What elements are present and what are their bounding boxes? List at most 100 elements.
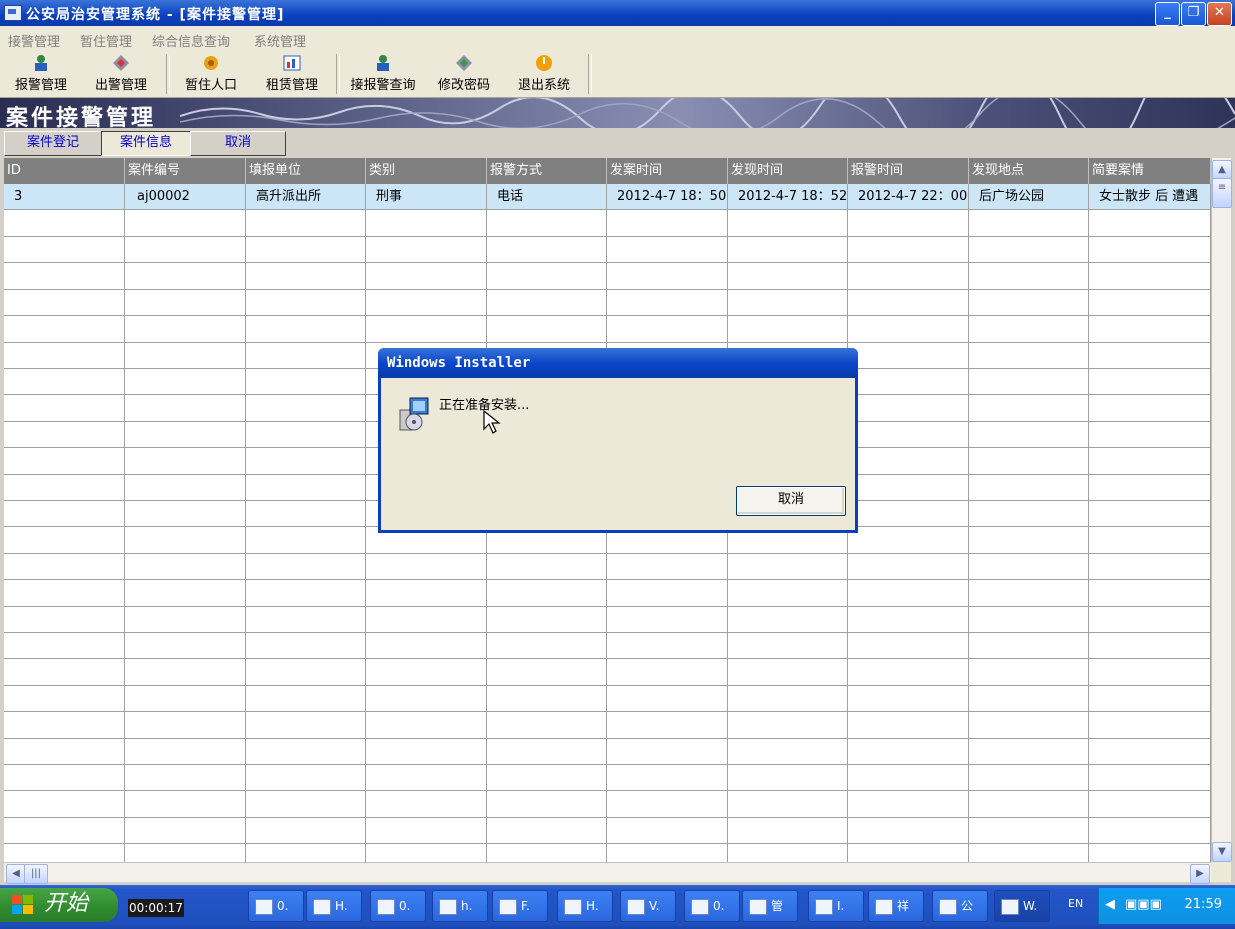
scroll-up-icon[interactable]: ▲ (1212, 160, 1232, 180)
column-header[interactable]: 填报单位 (246, 158, 366, 184)
start-label: 开始 (44, 891, 89, 916)
restore-button[interactable]: ❐ (1181, 2, 1206, 26)
diamond-icon (456, 55, 472, 71)
installer-icon (399, 397, 429, 431)
taskbar-item-label: W. (1023, 899, 1038, 913)
table-cell[interactable]: aj00002 (125, 184, 246, 210)
start-button[interactable]: 开始 (0, 888, 118, 922)
taskbar-item[interactable]: I. (808, 890, 864, 922)
alarm-query-button[interactable]: 接报警查询 (344, 52, 422, 96)
table-cell[interactable]: 刑事 (366, 184, 487, 210)
column-header[interactable]: 发现时间 (728, 158, 848, 184)
tray-icons[interactable]: ▣▣▣ (1125, 897, 1162, 912)
menu-item-alarm[interactable]: 接警管理 (8, 31, 60, 50)
table-row[interactable]: 3 aj00002 高升派出所 刑事 电话 2012-4-7 18：50 2012-4-7 … (4, 184, 1211, 210)
grid-line (4, 711, 1211, 712)
column-header[interactable]: 案件编号 (125, 158, 246, 184)
column-header[interactable]: 发现地点 (969, 158, 1089, 184)
taskbar-item[interactable]: H. (557, 890, 613, 922)
table-cell[interactable]: 2012-4-7 22：00 (848, 184, 969, 210)
taskbar-item[interactable]: H. (306, 890, 362, 922)
grid-line (4, 738, 1211, 739)
column-header[interactable]: ID (4, 158, 125, 184)
table-cell[interactable]: 高升派出所 (246, 184, 366, 210)
close-button[interactable]: ✕ (1207, 2, 1232, 26)
taskbar-item-label: F. (521, 899, 530, 913)
scroll-thumb[interactable]: ||| (24, 864, 48, 884)
menu-item-query[interactable]: 综合信息查询 (152, 31, 230, 50)
tab-case-info[interactable]: 案件信息 (101, 131, 191, 156)
tab-cancel[interactable]: 取消 (190, 131, 286, 156)
menu-bar: 接警管理 暂住管理 综合信息查询 系统管理 (0, 26, 1235, 50)
cancel-button[interactable]: 取消 (736, 486, 846, 516)
grid-line (4, 658, 1211, 659)
table-cell[interactable]: 后广场公园 (969, 184, 1089, 210)
taskbar: 开始 00:00:17 0. H. 0. h. F. H. V. 0. 管 I. 祥 公 W. EN ◀… (0, 885, 1235, 929)
minimize-button[interactable]: _ (1155, 2, 1180, 26)
report-management-button[interactable]: 报警管理 (8, 52, 74, 96)
taskbar-item[interactable]: 祥 (868, 890, 924, 922)
exit-system-button[interactable]: 退出系统 (512, 52, 576, 96)
diamond-icon (113, 55, 129, 71)
tab-case-register[interactable]: 案件登记 (4, 131, 102, 156)
column-header[interactable]: 类别 (366, 158, 487, 184)
menu-item-residence[interactable]: 暂住管理 (80, 31, 132, 50)
dispatch-management-button[interactable]: 出警管理 (88, 52, 154, 96)
app-icon (377, 898, 395, 915)
taskbar-item-label: h. (461, 899, 473, 913)
vertical-scrollbar[interactable]: ▲ ≡ ▼ (1211, 158, 1232, 862)
taskbar-item[interactable]: 公 (932, 890, 988, 922)
rental-management-button[interactable]: 租赁管理 (258, 52, 326, 96)
dialog-title[interactable]: Windows Installer (378, 348, 858, 378)
taskbar-item-label: H. (586, 899, 599, 913)
app-icon (815, 898, 833, 915)
table-cell[interactable]: 2012-4-7 18：50 (607, 184, 728, 210)
scroll-corner (1211, 862, 1231, 882)
window-title-bar[interactable]: 公安局治安管理系统 - [案件接警管理] _ ❐ ✕ (0, 0, 1235, 26)
taskbar-item[interactable]: V. (620, 890, 676, 922)
clock: 21:59 (1184, 897, 1222, 912)
grid-line (4, 764, 1211, 765)
table-cell[interactable]: 电话 (487, 184, 607, 210)
app-icon (439, 898, 457, 915)
taskbar-item[interactable]: F. (492, 890, 548, 922)
scroll-thumb[interactable]: ≡ (1212, 178, 1232, 208)
toolbar-separator (336, 54, 340, 94)
menu-item-system[interactable]: 系统管理 (254, 31, 306, 50)
app-icon (255, 898, 273, 915)
grid-line (4, 843, 1211, 844)
horizontal-scrollbar[interactable]: ◀ ||| ▶ (4, 862, 1211, 884)
taskbar-item[interactable]: h. (432, 890, 488, 922)
table-cell[interactable]: 3 (4, 184, 125, 210)
taskbar-item[interactable]: W. (994, 890, 1050, 922)
language-indicator[interactable]: EN (1068, 897, 1083, 910)
column-header[interactable]: 报警方式 (487, 158, 607, 184)
page-title: 案件接警管理 (6, 105, 157, 128)
grid-line (4, 315, 1211, 316)
scroll-down-icon[interactable]: ▼ (1212, 842, 1232, 862)
tray-chevron-icon[interactable]: ◀ (1105, 897, 1115, 912)
scroll-right-icon[interactable]: ▶ (1190, 864, 1210, 884)
table-cell[interactable]: 2012-4-7 18：52 (728, 184, 848, 210)
change-password-button[interactable]: 修改密码 (432, 52, 496, 96)
taskbar-item-label: V. (649, 899, 660, 913)
window-title: 公安局治安管理系统 - [案件接警管理] (26, 7, 285, 23)
app-icon (4, 5, 22, 21)
taskbar-item[interactable]: 0. (684, 890, 740, 922)
app-icon (875, 898, 893, 915)
column-header[interactable]: 发案时间 (607, 158, 728, 184)
table-cell[interactable]: 女士散步 后 遭遇 (1089, 184, 1211, 210)
taskbar-item-label: 0. (713, 899, 725, 913)
taskbar-item[interactable]: 管 (742, 890, 798, 922)
column-header[interactable]: 简要案情 (1089, 158, 1211, 184)
app-icon (749, 898, 767, 915)
column-header[interactable]: 报警时间 (848, 158, 969, 184)
installer-dialog[interactable]: Windows Installer 正在准备安装... 取消 (378, 348, 858, 533)
grid-line (4, 236, 1211, 237)
scroll-left-icon[interactable]: ◀ (6, 864, 26, 884)
taskbar-item-label: H. (335, 899, 348, 913)
taskbar-item[interactable]: 0. (370, 890, 426, 922)
system-tray: ◀ ▣▣▣ 21:59 (1098, 888, 1235, 924)
temporary-residents-button[interactable]: 暂住人口 (178, 52, 244, 96)
taskbar-item[interactable]: 0. (248, 890, 304, 922)
